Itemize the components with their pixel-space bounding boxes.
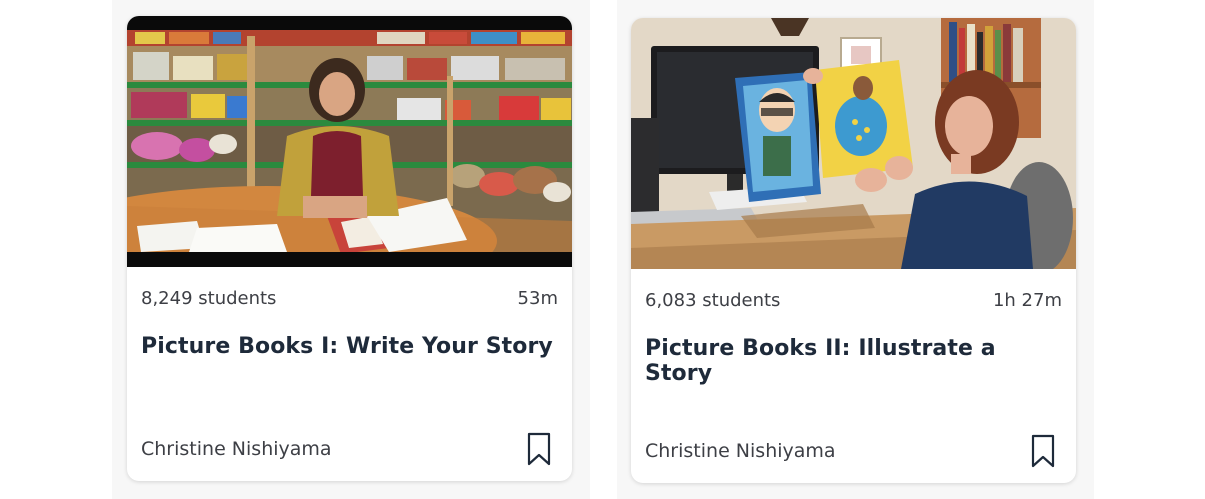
class-card[interactable]: 8,249 students 53m Picture Books I: Writ… bbox=[127, 16, 572, 481]
teacher-name[interactable]: Christine Nishiyama bbox=[645, 440, 836, 462]
class-duration: 53m bbox=[517, 288, 558, 309]
student-count: 8,249 students bbox=[141, 288, 277, 309]
class-duration: 1h 27m bbox=[992, 290, 1062, 311]
class-thumbnail[interactable] bbox=[631, 18, 1076, 269]
bookmark-icon[interactable] bbox=[1031, 434, 1055, 468]
teacher-name[interactable]: Christine Nishiyama bbox=[141, 438, 332, 460]
student-count: 6,083 students bbox=[645, 290, 781, 311]
bookmark-icon[interactable] bbox=[527, 432, 551, 466]
class-thumbnail[interactable] bbox=[127, 16, 572, 267]
class-card[interactable]: 6,083 students 1h 27m Picture Books II: … bbox=[631, 18, 1076, 483]
class-title[interactable]: Picture Books I: Write Your Story bbox=[141, 334, 558, 359]
class-title[interactable]: Picture Books II: Illustrate a Story bbox=[645, 336, 1062, 386]
